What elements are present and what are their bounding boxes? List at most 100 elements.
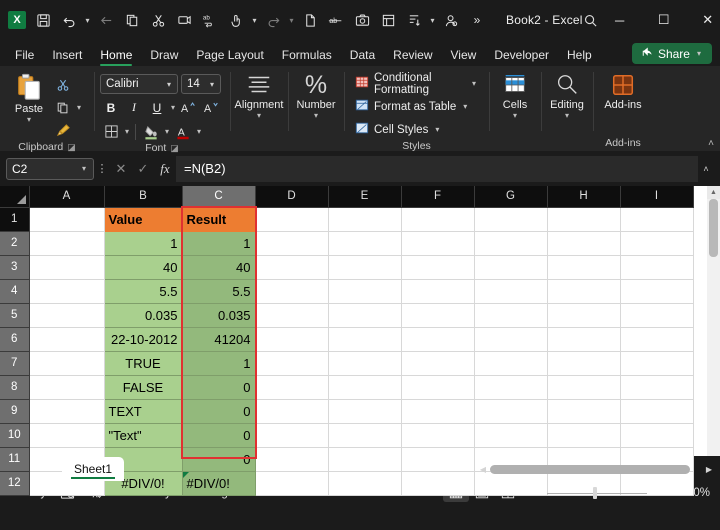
row-header-2[interactable]: 2: [0, 231, 30, 256]
increase-font-size-icon[interactable]: A: [178, 97, 200, 118]
column-header-c[interactable]: C: [182, 186, 256, 208]
cell-B9[interactable]: TEXT: [104, 399, 183, 424]
cell-G8[interactable]: [474, 375, 548, 400]
cell-F7[interactable]: [401, 351, 475, 376]
cell-C1[interactable]: Result: [182, 207, 256, 232]
zoom-slider[interactable]: [547, 486, 648, 500]
cell-A2[interactable]: [29, 231, 105, 256]
editing-button[interactable]: Editing ▾: [547, 70, 587, 120]
cell-D10[interactable]: [255, 423, 329, 448]
cell-G1[interactable]: [474, 207, 548, 232]
cell-H8[interactable]: [547, 375, 621, 400]
cancel-icon[interactable]: ✕: [110, 158, 132, 180]
alignment-dropdown-icon[interactable]: ▾: [257, 112, 261, 120]
horizontal-scrollbar[interactable]: ◀ ▶: [476, 462, 716, 477]
cell-G9[interactable]: [474, 399, 548, 424]
redo-dropdown-icon[interactable]: ▾: [286, 7, 297, 33]
scroll-right-arrow-icon[interactable]: ▶: [702, 465, 716, 474]
cell-G7[interactable]: [474, 351, 548, 376]
cell-E12[interactable]: [328, 471, 402, 496]
column-header-a[interactable]: A: [29, 186, 105, 208]
cell-C7[interactable]: 1: [182, 351, 256, 376]
tab-home[interactable]: Home: [91, 46, 141, 66]
bold-button[interactable]: B: [100, 97, 122, 118]
conditional-formatting-button[interactable]: Conditional Formatting ▾: [350, 72, 483, 96]
cell-I5[interactable]: [620, 303, 694, 328]
tab-formulas[interactable]: Formulas: [273, 46, 341, 66]
cell-H7[interactable]: [547, 351, 621, 376]
cell-F2[interactable]: [401, 231, 475, 256]
sort-dropdown-icon[interactable]: ▾: [427, 7, 438, 33]
row-header-7[interactable]: 7: [0, 351, 30, 376]
cell-F12[interactable]: [401, 471, 475, 496]
cell-I9[interactable]: [620, 399, 694, 424]
cell-E1[interactable]: [328, 207, 402, 232]
cell-H3[interactable]: [547, 255, 621, 280]
cell-B8[interactable]: FALSE: [104, 375, 183, 400]
cell-F5[interactable]: [401, 303, 475, 328]
save-icon[interactable]: [30, 7, 56, 33]
cell-A5[interactable]: [29, 303, 105, 328]
font-size-input[interactable]: 14 ▾: [181, 74, 221, 94]
scroll-left-arrow-icon[interactable]: ◀: [476, 465, 490, 474]
row-header-1[interactable]: 1: [0, 207, 30, 232]
minimize-button[interactable]: ─: [598, 3, 642, 37]
cell-D8[interactable]: [255, 375, 329, 400]
formula-bar-options-icon[interactable]: ⋮: [94, 162, 110, 175]
cell-H6[interactable]: [547, 327, 621, 352]
name-box[interactable]: C2 ▾: [6, 157, 94, 180]
cell-I8[interactable]: [620, 375, 694, 400]
cell-G6[interactable]: [474, 327, 548, 352]
row-header-9[interactable]: 9: [0, 399, 30, 424]
more-commands-icon[interactable]: »: [464, 7, 490, 33]
cell-G2[interactable]: [474, 231, 548, 256]
cell-A4[interactable]: [29, 279, 105, 304]
format-painter-icon[interactable]: [52, 120, 74, 141]
row-header-6[interactable]: 6: [0, 327, 30, 352]
formula-input[interactable]: =N(B2): [176, 155, 698, 182]
cell-F3[interactable]: [401, 255, 475, 280]
number-dropdown-icon[interactable]: ▾: [314, 112, 318, 120]
tab-draw[interactable]: Draw: [141, 46, 187, 66]
font-name-input[interactable]: Calibri ▾: [100, 74, 178, 94]
cell-F11[interactable]: [401, 447, 475, 472]
cell-I2[interactable]: [620, 231, 694, 256]
row-header-12[interactable]: 12: [0, 471, 30, 496]
back-icon[interactable]: [93, 7, 119, 33]
italic-button[interactable]: I: [123, 97, 145, 118]
cell-D11[interactable]: [255, 447, 329, 472]
decrease-font-size-icon[interactable]: A: [201, 97, 223, 118]
borders-icon[interactable]: [100, 121, 122, 142]
paste-button[interactable]: Paste ▾: [6, 70, 52, 124]
column-header-i[interactable]: I: [620, 186, 694, 208]
format-as-table-button[interactable]: Format as Table ▾: [350, 96, 474, 117]
font-size-dropdown-icon[interactable]: ▾: [208, 80, 216, 89]
cell-G10[interactable]: [474, 423, 548, 448]
font-color-dropdown-icon[interactable]: ▾: [195, 127, 203, 136]
cell-H1[interactable]: [547, 207, 621, 232]
cell-D2[interactable]: [255, 231, 329, 256]
tab-file[interactable]: File: [6, 46, 43, 66]
cell-B7[interactable]: TRUE: [104, 351, 183, 376]
copy-icon[interactable]: [52, 97, 74, 118]
zoom-slider-thumb[interactable]: [593, 487, 598, 499]
permissions-icon[interactable]: [438, 7, 464, 33]
screenshot-icon[interactable]: [349, 7, 375, 33]
column-header-e[interactable]: E: [328, 186, 402, 208]
cell-D6[interactable]: [255, 327, 329, 352]
cell-C12[interactable]: #DIV/0!: [182, 471, 256, 496]
cell-A6[interactable]: [29, 327, 105, 352]
tab-review[interactable]: Review: [384, 46, 441, 66]
cell-I4[interactable]: [620, 279, 694, 304]
cell-E3[interactable]: [328, 255, 402, 280]
vertical-scrollbar-thumb[interactable]: [709, 199, 718, 257]
cell-G5[interactable]: [474, 303, 548, 328]
cell-F1[interactable]: [401, 207, 475, 232]
cell-C10[interactable]: 0: [182, 423, 256, 448]
share-dropdown-icon[interactable]: ▾: [695, 49, 703, 58]
cell-A1[interactable]: [29, 207, 105, 232]
cell-D5[interactable]: [255, 303, 329, 328]
cell-A3[interactable]: [29, 255, 105, 280]
cell-B10[interactable]: "Text": [104, 423, 183, 448]
format-painter-icon[interactable]: [171, 7, 197, 33]
